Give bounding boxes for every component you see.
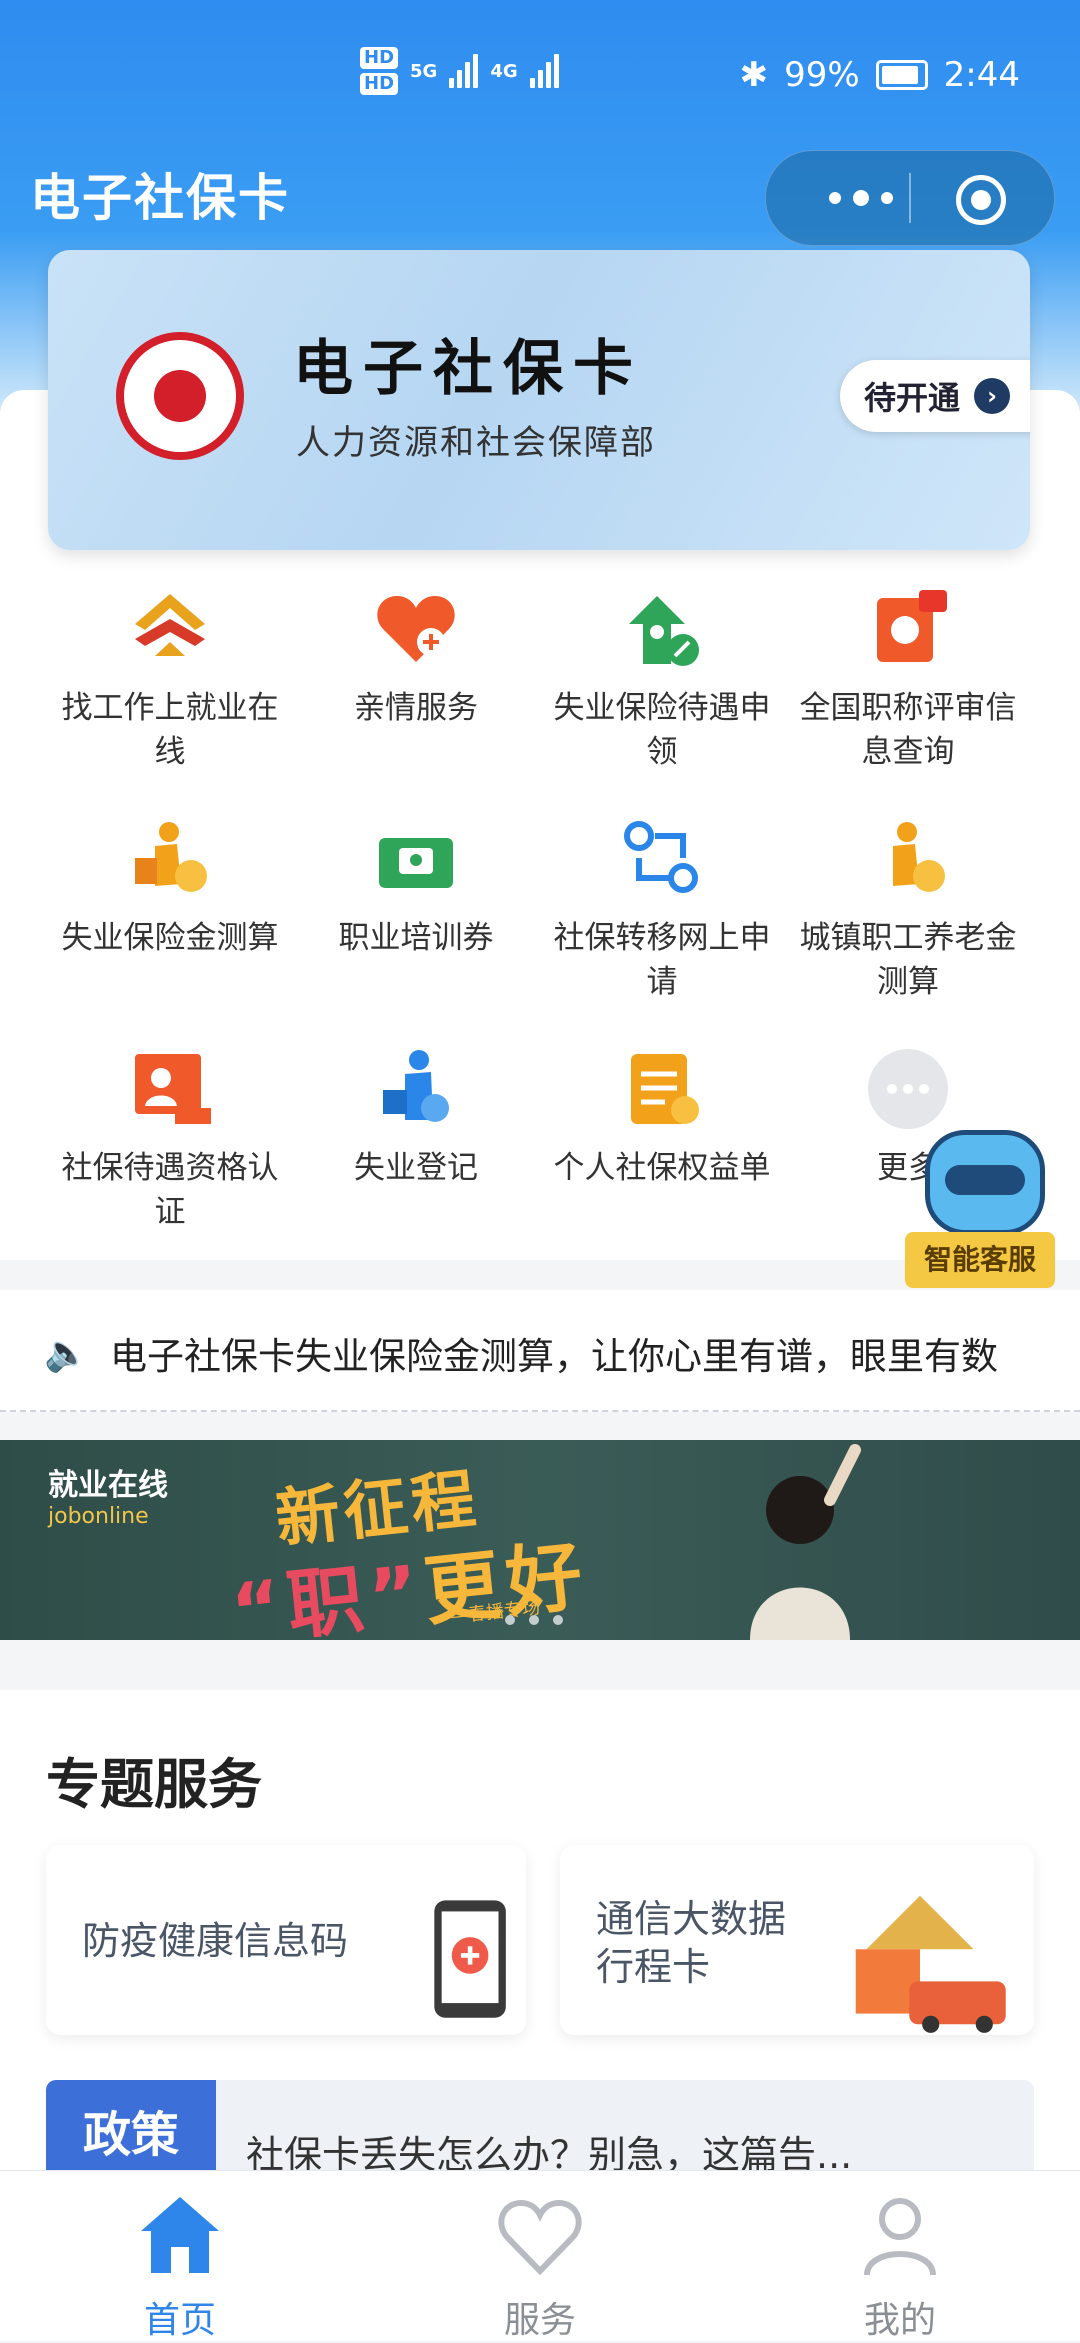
service-unemployment-claim[interactable]: 失业保险待遇申领 <box>542 570 782 790</box>
travel-illustration <box>855 1895 1006 2033</box>
tab-mine[interactable]: 我的 <box>800 2191 1000 2343</box>
more-menu-button[interactable] <box>806 151 916 245</box>
heart-plus-icon <box>371 584 461 674</box>
travel-label-1: 通信大数据 <box>596 1897 787 1941</box>
service-label: 个人社保权益单 <box>553 1150 771 1186</box>
health-code-label: 防疫健康信息码 <box>82 1919 349 1963</box>
health-code-card[interactable]: 防疫健康信息码 <box>46 1845 526 2035</box>
tab-label: 首页 <box>143 2300 216 2341</box>
tab-label: 服务 <box>503 2300 576 2341</box>
notice-bar[interactable]: 🔈 电子社保卡失业保险金测算，让你心里有谱，眼里有数 <box>0 1290 1080 1412</box>
transfer-icon <box>617 814 707 904</box>
promo-banner[interactable]: 就业在线 jobonline 新征程 “职”更好 —春播专场 <box>0 1440 1080 1640</box>
heart-icon <box>498 2199 582 2276</box>
card-subtitle: 人力资源和社会保障部 <box>296 423 656 463</box>
net1-label: 5G <box>410 60 438 82</box>
service-label: 失业登记 <box>354 1150 478 1186</box>
employment-online-icon <box>125 584 215 674</box>
close-miniapp-button[interactable] <box>956 175 1006 225</box>
service-unemployment-calc[interactable]: 失业保险金测算 <box>50 800 290 1020</box>
bluetooth-icon: ✱ <box>739 55 769 95</box>
service-pension-calc[interactable]: 城镇职工养老金测算 <box>788 800 1028 1020</box>
service-label: 城镇职工养老金测算 <box>799 920 1017 1000</box>
activate-button[interactable]: 待开通 › <box>840 360 1030 432</box>
service-transfer[interactable]: 社保转移网上申请 <box>542 800 782 1020</box>
bottom-tab-bar: 首页 服务 我的 <box>0 2170 1080 2341</box>
miniapp-capsule <box>765 150 1055 246</box>
travel-label-2: 行程卡 <box>596 1945 711 1989</box>
service-label: 找工作上就业在线 <box>61 690 279 770</box>
assistant-label: 智能客服 <box>905 1232 1055 1288</box>
tab-home[interactable]: 首页 <box>80 2191 280 2343</box>
service-label: 社保转移网上申请 <box>553 920 771 1000</box>
signal-icon <box>449 54 479 88</box>
service-family[interactable]: 亲情服务 <box>296 570 536 790</box>
banner-quote: “职” <box>227 1547 430 1640</box>
network-indicators: HD HD 5G 4G <box>360 47 559 95</box>
service-rights-statement[interactable]: 个人社保权益单 <box>542 1030 782 1250</box>
service-label: 失业保险待遇申领 <box>553 690 771 770</box>
banner-pagination <box>505 1615 563 1625</box>
net2-label: 4G <box>490 60 518 82</box>
service-title-search[interactable]: 全国职称评审信息查询 <box>788 570 1028 790</box>
signal-icon <box>529 54 559 88</box>
pension-calc-icon <box>863 814 953 904</box>
robot-icon <box>925 1130 1045 1235</box>
social-security-seal-icon <box>116 332 244 460</box>
jobonline-logo: 就业在线 jobonline <box>48 1460 168 1529</box>
travel-card[interactable]: 通信大数据 行程卡 <box>560 1845 1034 2035</box>
girl-illustration <box>750 1444 861 1640</box>
service-label: 职业培训券 <box>338 920 494 956</box>
qualification-icon <box>125 1044 215 1134</box>
logo-en: jobonline <box>48 1504 149 1529</box>
activate-label: 待开通 <box>864 379 961 417</box>
service-employment-online[interactable]: 找工作上就业在线 <box>50 570 290 790</box>
app-title: 电子社保卡 <box>30 169 290 227</box>
chevron-right-icon: › <box>974 378 1011 414</box>
tab-label: 我的 <box>863 2300 936 2341</box>
rights-statement-icon <box>617 1044 707 1134</box>
unemployment-calc-icon <box>125 814 215 904</box>
service-label: 社保待遇资格认证 <box>61 1150 279 1230</box>
travel-label: 通信大数据 行程卡 <box>596 1895 786 1991</box>
service-label: 失业保险金测算 <box>61 920 279 956</box>
service-label: 亲情服务 <box>354 690 478 726</box>
social-security-card[interactable]: 电子社保卡 人力资源和社会保障部 待开通 › <box>48 250 1030 550</box>
user-icon <box>864 2198 936 2276</box>
unemployment-register-icon <box>371 1044 461 1134</box>
service-qualification[interactable]: 社保待遇资格认证 <box>50 1030 290 1250</box>
clock: 2:44 <box>943 55 1020 95</box>
hd1-badge: HD <box>360 47 399 69</box>
home-icon <box>141 2197 219 2273</box>
service-unemployment-register[interactable]: 失业登记 <box>296 1030 536 1250</box>
notice-text: 电子社保卡失业保险金测算，让你心里有谱，眼里有数 <box>110 1335 998 1378</box>
section-title: 专题服务 <box>46 1753 262 1816</box>
status-bar: HD HD 5G 4G ✱ 99% 2:44 <box>0 47 1080 115</box>
service-label: 全国职称评审信息查询 <box>799 690 1017 770</box>
assistant-button[interactable]: 智能客服 <box>905 1120 1055 1290</box>
card-title: 电子社保卡 <box>293 334 643 404</box>
service-training-ticket[interactable]: 职业培训券 <box>296 800 536 1020</box>
hd2-badge: HD <box>360 73 399 95</box>
phone-heart-icon <box>434 1900 506 2018</box>
title-search-icon <box>863 584 953 674</box>
unemployment-claim-icon <box>617 584 707 674</box>
battery-percent: 99% <box>784 55 860 95</box>
tab-services[interactable]: 服务 <box>440 2191 640 2343</box>
speaker-icon: 🔈 <box>44 1333 89 1374</box>
training-ticket-icon <box>371 814 461 904</box>
battery-icon <box>875 60 928 90</box>
logo-cn: 就业在线 <box>48 1468 168 1503</box>
